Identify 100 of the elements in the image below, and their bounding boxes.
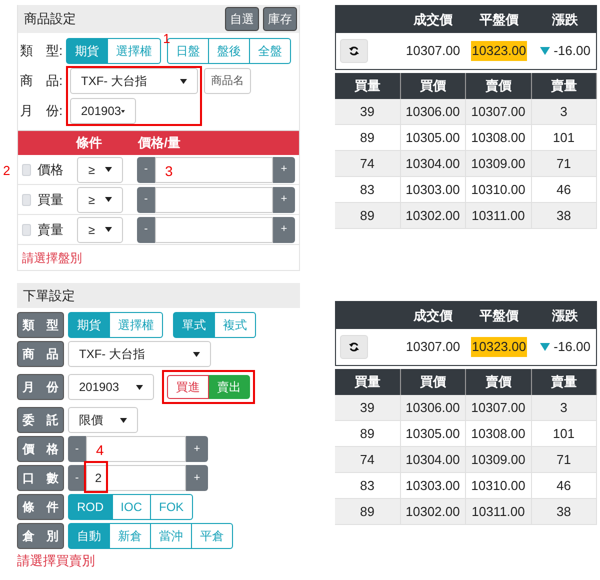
refresh-button[interactable] bbox=[340, 335, 368, 359]
segment-option[interactable]: 賣出 bbox=[209, 375, 250, 399]
column-header: 平盤價 bbox=[478, 10, 520, 29]
panel-title: 商品設定 bbox=[24, 10, 76, 28]
decrement-button[interactable]: - bbox=[137, 216, 155, 242]
table-cell: 10310.00 bbox=[466, 473, 532, 499]
checkbox[interactable] bbox=[22, 164, 32, 176]
table-cell: 10310.00 bbox=[466, 177, 532, 203]
table-cell: 46 bbox=[532, 177, 597, 203]
dropdown-value: TXF- 大台指 bbox=[81, 73, 147, 90]
dropdown[interactable]: ≥ bbox=[77, 156, 123, 182]
field-label: 類 型 bbox=[17, 312, 64, 338]
table-cell: 89 bbox=[335, 421, 400, 447]
segment-option[interactable]: 當沖 bbox=[151, 523, 192, 549]
toolbar-button[interactable]: 自選 bbox=[225, 7, 259, 31]
column-header: 平盤價 bbox=[478, 306, 520, 325]
column-header: 買價 bbox=[400, 369, 466, 395]
checkbox[interactable] bbox=[22, 194, 32, 206]
field-label: 商 品 bbox=[17, 341, 64, 367]
dropdown-value: 201903 bbox=[79, 379, 120, 396]
segment-option[interactable]: FOK bbox=[151, 494, 193, 520]
segment-option[interactable]: 期貨 bbox=[66, 38, 108, 64]
table-cell: 10308.00 bbox=[466, 421, 532, 447]
increment-button[interactable]: + bbox=[273, 186, 295, 212]
column-header: 買量 bbox=[335, 369, 400, 395]
dropdown[interactable]: 201903 bbox=[68, 374, 154, 400]
segment-option[interactable]: IOC bbox=[112, 494, 152, 520]
table-cell: 10311.00 bbox=[466, 499, 532, 525]
reference-price: 10323.00 bbox=[470, 337, 528, 357]
table-cell: 83 bbox=[335, 473, 400, 499]
segment-option[interactable]: 期貨 bbox=[68, 312, 110, 338]
segment-option[interactable]: 自動 bbox=[68, 523, 110, 549]
caret-icon bbox=[121, 108, 125, 114]
caret-icon bbox=[104, 197, 112, 202]
segment-option[interactable]: 選擇權 bbox=[108, 38, 161, 64]
increment-button[interactable]: + bbox=[186, 436, 208, 462]
field-label: 商 品: bbox=[20, 72, 64, 90]
table-cell: 10304.00 bbox=[400, 447, 466, 473]
decrement-button[interactable]: - bbox=[137, 156, 155, 182]
checkbox[interactable] bbox=[22, 224, 32, 236]
segment-option[interactable]: 全盤 bbox=[250, 38, 291, 64]
table-cell: 101 bbox=[532, 125, 597, 151]
segment-option[interactable]: 複式 bbox=[215, 312, 256, 338]
table-cell: 71 bbox=[532, 447, 597, 473]
down-triangle-icon bbox=[540, 47, 550, 55]
segment-option[interactable]: 買進 bbox=[167, 375, 209, 399]
down-triangle-icon bbox=[540, 343, 550, 351]
increment-button[interactable]: + bbox=[273, 156, 295, 182]
table-cell: 10308.00 bbox=[466, 125, 532, 151]
row-label: 價格 bbox=[37, 160, 64, 179]
refresh-button[interactable] bbox=[340, 39, 368, 63]
input-field[interactable]: 2 bbox=[86, 465, 186, 491]
refresh-icon bbox=[349, 46, 359, 56]
warning-message: 請選擇盤別 bbox=[22, 250, 82, 266]
input-field[interactable] bbox=[155, 186, 273, 212]
column-header: 賣量 bbox=[532, 369, 597, 395]
segment-option[interactable]: 選擇權 bbox=[110, 312, 163, 338]
increment-button[interactable]: + bbox=[186, 465, 208, 491]
input-field[interactable] bbox=[86, 436, 186, 462]
segment-option[interactable]: 盤後 bbox=[209, 38, 250, 64]
product-name-button[interactable]: 商品名 bbox=[204, 68, 251, 94]
table-cell: 10306.00 bbox=[400, 395, 466, 421]
table-cell: 10305.00 bbox=[400, 421, 466, 447]
toolbar-button[interactable]: 庫存 bbox=[263, 7, 297, 31]
table-cell: 89 bbox=[335, 125, 400, 151]
field-label: 口 數 bbox=[17, 465, 64, 491]
increment-button[interactable]: + bbox=[273, 216, 295, 242]
column-header: 賣價 bbox=[466, 369, 532, 395]
price-change: -16.00 bbox=[554, 338, 590, 356]
input-field[interactable] bbox=[155, 216, 273, 242]
dropdown[interactable]: ≥ bbox=[77, 186, 123, 212]
segment-option[interactable]: 平倉 bbox=[192, 523, 233, 549]
column-header: 價格/量 bbox=[138, 134, 181, 152]
table-cell: 74 bbox=[335, 447, 400, 473]
dropdown[interactable]: ≥ bbox=[77, 216, 123, 242]
table-cell: 83 bbox=[335, 177, 400, 203]
dropdown[interactable]: TXF- 大台指 bbox=[68, 341, 211, 367]
decrement-button[interactable]: - bbox=[137, 186, 155, 212]
dropdown-value: ≥ bbox=[88, 222, 95, 238]
input-field[interactable] bbox=[155, 156, 273, 182]
dropdown-value: TXF- 大台指 bbox=[79, 346, 145, 363]
segment-option[interactable]: 單式 bbox=[173, 312, 215, 338]
row-label: 買量 bbox=[37, 190, 64, 209]
annotation-number: 3 bbox=[165, 162, 173, 180]
decrement-button[interactable]: - bbox=[68, 436, 86, 462]
table-cell: 39 bbox=[335, 99, 400, 125]
field-label: 月 份: bbox=[20, 102, 64, 120]
dropdown-value: ≥ bbox=[88, 192, 95, 208]
caret-icon bbox=[136, 384, 143, 390]
segment-option[interactable]: 新倉 bbox=[110, 523, 151, 549]
column-header: 買價 bbox=[400, 73, 466, 99]
price-change: -16.00 bbox=[554, 42, 590, 60]
table-cell: 71 bbox=[532, 151, 597, 177]
dropdown[interactable]: 限價 bbox=[68, 407, 138, 433]
highlight-frame bbox=[84, 461, 108, 493]
dropdown[interactable]: 201903 bbox=[70, 98, 136, 124]
field-label: 類 型: bbox=[20, 42, 60, 60]
dropdown[interactable]: TXF- 大台指 bbox=[70, 68, 198, 94]
segment-option[interactable]: ROD bbox=[68, 494, 113, 520]
dropdown-value: ≥ bbox=[88, 162, 95, 178]
